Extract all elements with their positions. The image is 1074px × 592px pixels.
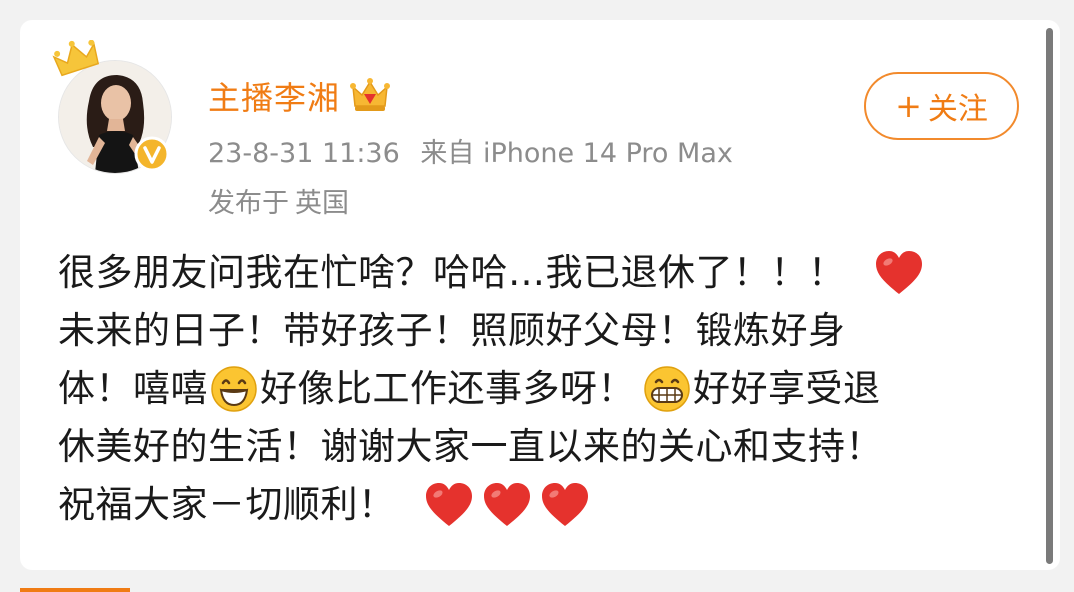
post-line: 休美好的生活！谢谢大家一直以来的关心和支持！: [58, 418, 1018, 476]
post-line-text: 体！嘻嘻: [58, 367, 208, 410]
post-line-text: 好像比工作还事多呀！: [260, 367, 635, 410]
post-line: 很多朋友问我在忙啥？哈哈…我已退休了！！！: [58, 244, 1018, 302]
red-heart-icon: [425, 483, 472, 526]
red-heart-icon: [483, 483, 530, 526]
post-location: 发布于 英国: [208, 181, 349, 220]
post-timestamp: 23-8-31 11:36: [208, 138, 400, 169]
vip-crown-icon[interactable]: [350, 76, 391, 116]
username[interactable]: 主播李湘: [208, 73, 340, 119]
gold-crown-icon: [52, 40, 100, 77]
verified-v-icon: [134, 136, 170, 172]
post-line-text: 好好享受退: [693, 367, 881, 410]
tab-indicator: [20, 588, 130, 592]
post-line: 未来的日子！带好孩子！照顾好父母！锻炼好身: [58, 302, 1018, 360]
post-line: 体！嘻嘻 好像比工作还事多呀！ 好好享受退: [58, 360, 1018, 418]
post-line-text: 很多朋友问我在忙啥？哈哈…我已退休了！！！: [58, 251, 846, 294]
red-heart-icon: [541, 483, 588, 526]
follow-button[interactable]: + 关注: [864, 72, 1019, 140]
post-line-text: 休美好的生活！谢谢大家一直以来的关心和支持！: [58, 425, 883, 468]
username-row[interactable]: 主播李湘: [208, 73, 391, 119]
red-heart-icon: [875, 251, 922, 294]
post-text: 很多朋友问我在忙啥？哈哈…我已退休了！！！ 未来的日子！带好孩子！照顾好父母！锻…: [58, 244, 1018, 534]
follow-label: 关注: [927, 92, 988, 127]
post-meta: 23-8-31 11:36 来自 iPhone 14 Pro Max: [208, 131, 733, 170]
location-value: 英国: [295, 188, 349, 219]
post-line: 祝福大家－切顺利！: [58, 476, 1018, 534]
post-source: 来自 iPhone 14 Pro Max: [420, 138, 733, 169]
post-line-text: 未来的日子！带好孩子！照顾好父母！锻炼好身: [58, 309, 846, 352]
user-avatar-group[interactable]: [52, 40, 177, 180]
location-prefix: 发布于: [208, 188, 289, 219]
scrollbar[interactable]: [1046, 28, 1053, 564]
grinning-face-icon: [211, 366, 257, 412]
post-line-text: 祝福大家－切顺利！: [58, 483, 396, 526]
plus-icon: +: [895, 87, 922, 125]
grimacing-face-icon: [644, 366, 690, 412]
